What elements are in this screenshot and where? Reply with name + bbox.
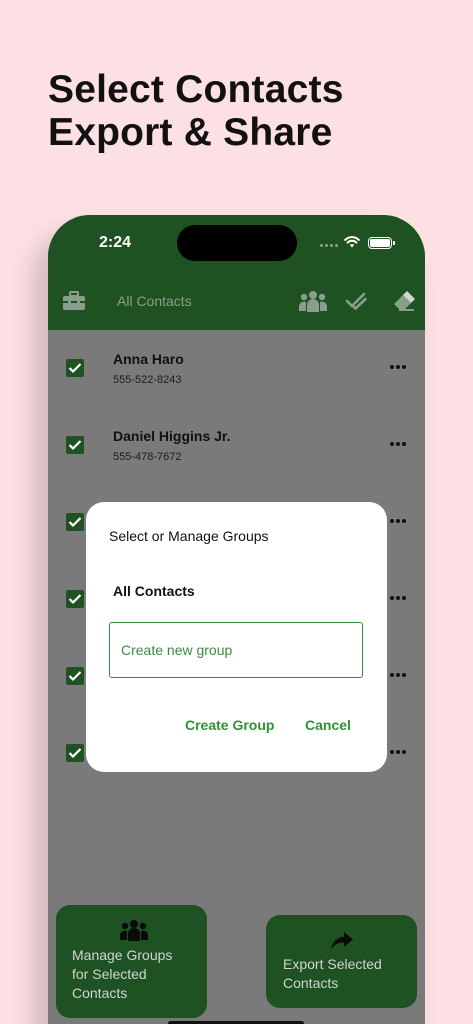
wifi-icon xyxy=(344,236,360,248)
group-item-all-contacts[interactable]: All Contacts xyxy=(113,583,195,599)
groups-icon[interactable] xyxy=(298,289,328,313)
create-group-button[interactable]: Create Group xyxy=(185,717,274,733)
more-options-icon[interactable] xyxy=(390,365,406,369)
signal-icon xyxy=(320,244,338,247)
phone-screen: 2:24 All Contacts Anna Haro 555-522-8243… xyxy=(48,215,425,1024)
contact-checkbox[interactable] xyxy=(66,590,84,608)
double-check-icon[interactable] xyxy=(345,290,367,312)
more-options-icon[interactable] xyxy=(390,519,406,523)
contact-phone: 555-478-7672 xyxy=(113,451,182,463)
group-dialog: Select or Manage Groups All Contacts Cre… xyxy=(86,502,387,772)
share-arrow-icon xyxy=(331,932,353,950)
export-selected-label: Export Selected Contacts xyxy=(283,956,382,991)
new-group-input[interactable] xyxy=(109,622,363,678)
more-options-icon[interactable] xyxy=(390,442,406,446)
app-bar: All Contacts xyxy=(48,275,425,330)
status-bar: 2:24 xyxy=(48,215,425,275)
contact-name: Daniel Higgins Jr. xyxy=(113,428,231,444)
manage-groups-button[interactable]: Manage Groups for Selected Contacts xyxy=(56,905,207,1018)
manage-groups-label: Manage Groups for Selected Contacts xyxy=(72,947,173,1001)
more-options-icon[interactable] xyxy=(390,673,406,677)
cancel-button[interactable]: Cancel xyxy=(305,717,351,733)
contact-checkbox[interactable] xyxy=(66,744,84,762)
contact-checkbox[interactable] xyxy=(66,436,84,454)
contact-name: Anna Haro xyxy=(113,351,184,367)
more-options-icon[interactable] xyxy=(390,750,406,754)
promo-headline: Select Contacts Export & Share xyxy=(48,68,344,154)
contact-row[interactable]: Daniel Higgins Jr. 555-478-7672 xyxy=(48,407,425,484)
battery-icon xyxy=(368,237,395,249)
groups-icon xyxy=(120,920,148,941)
app-bar-title[interactable]: All Contacts xyxy=(117,293,192,309)
status-time: 2:24 xyxy=(99,234,132,251)
contact-phone: 555-522-8243 xyxy=(113,374,182,386)
more-options-icon[interactable] xyxy=(390,596,406,600)
eraser-icon[interactable] xyxy=(391,290,415,312)
dynamic-island xyxy=(177,225,297,261)
contact-checkbox[interactable] xyxy=(66,359,84,377)
toolbox-icon[interactable] xyxy=(62,290,86,312)
headline-line-2: Export & Share xyxy=(48,111,333,154)
dialog-title: Select or Manage Groups xyxy=(109,528,269,544)
contact-row[interactable]: Anna Haro 555-522-8243 xyxy=(48,330,425,407)
headline-line-1: Select Contacts xyxy=(48,68,344,111)
export-selected-button[interactable]: Export Selected Contacts xyxy=(266,915,417,1008)
contact-checkbox[interactable] xyxy=(66,667,84,685)
contact-checkbox[interactable] xyxy=(66,513,84,531)
